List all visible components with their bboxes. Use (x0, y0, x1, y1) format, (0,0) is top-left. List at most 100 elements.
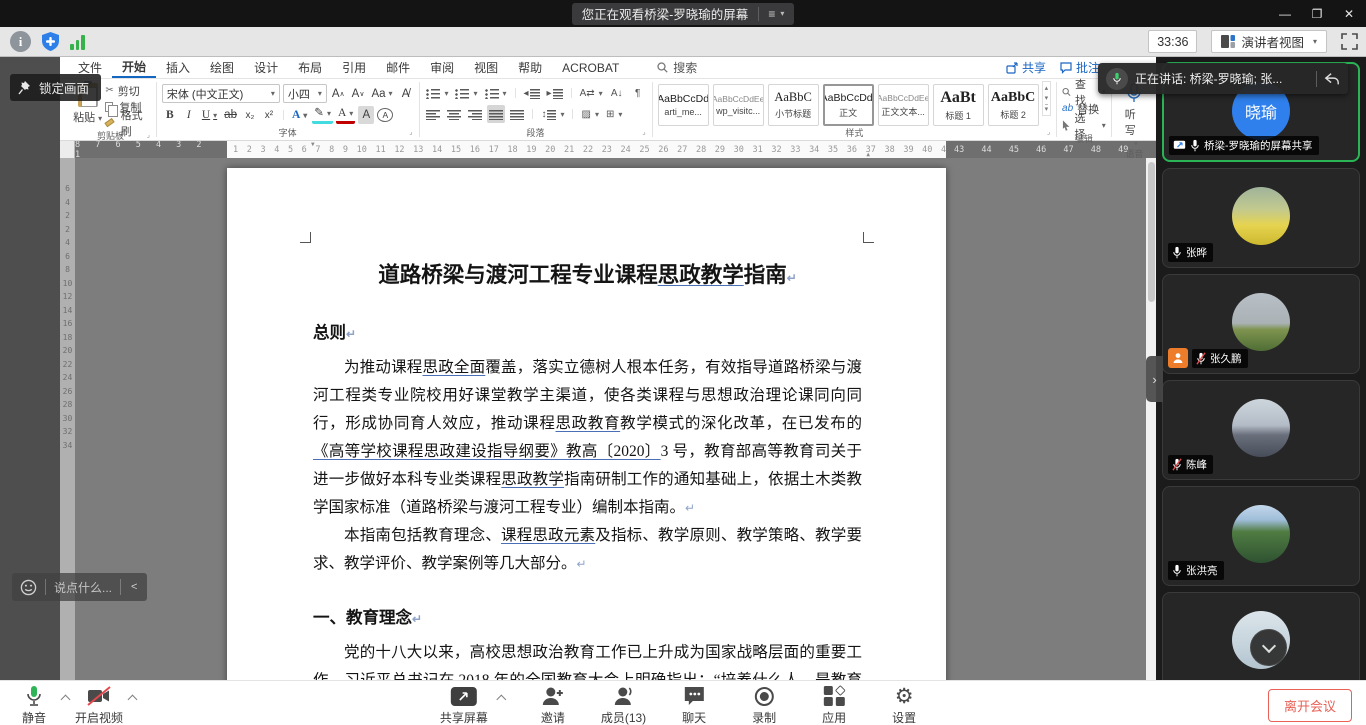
ribbon-tab[interactable]: 设计 (244, 57, 288, 78)
quick-chat-bar[interactable]: 说点什么... < (12, 573, 147, 601)
superscript-button[interactable]: x² (261, 106, 277, 124)
comments-button[interactable]: 批注 (1060, 59, 1100, 76)
minimize-button[interactable]: — (1274, 7, 1296, 21)
start-video-button[interactable]: 开启视频 (75, 684, 123, 725)
style-chip[interactable]: AaBbCcDdarti_me... (658, 84, 709, 126)
select-button[interactable]: 选择▾ (1062, 118, 1106, 133)
settings-button[interactable]: ⚙ 设置 (882, 684, 926, 725)
close-button[interactable]: ✕ (1338, 7, 1360, 21)
mute-button[interactable]: 静音 (12, 684, 56, 725)
sort-button[interactable]: A↓ (608, 84, 626, 102)
participant-tile[interactable]: 张晔 (1162, 168, 1360, 268)
apps-button[interactable]: 应用 (812, 684, 856, 725)
font-name-select[interactable]: 宋体 (中文正文)▾ (162, 84, 280, 103)
fullscreen-icon[interactable] (1341, 33, 1358, 50)
styles-scroll-arrows[interactable]: ▴▾▾ (1042, 81, 1052, 116)
line-spacing-button[interactable]: ↕▾ (539, 105, 566, 123)
underline-button[interactable]: U▾ (200, 106, 219, 124)
italic-button[interactable]: I (181, 106, 197, 124)
leave-meeting-button[interactable]: 离开会议 (1268, 689, 1352, 722)
share-document-button[interactable]: 共享 (1006, 59, 1046, 76)
dialog-launcher-icon[interactable]: ⌟ (147, 129, 150, 142)
scrollbar-thumb[interactable] (1148, 162, 1155, 302)
grow-font-button[interactable]: A∧ (330, 85, 347, 103)
reply-arrow-icon[interactable] (1324, 72, 1340, 86)
network-signal-icon[interactable] (70, 34, 85, 50)
enclose-characters-button[interactable]: A (377, 108, 393, 122)
align-center-button[interactable] (445, 105, 463, 123)
ribbon-tab[interactable]: 布局 (288, 57, 332, 78)
style-chip[interactable]: AaBt标题 1 (933, 84, 984, 126)
ribbon-tab[interactable]: 插入 (156, 57, 200, 78)
banner-menu-icon[interactable]: ≡▾ (758, 7, 784, 21)
chat-button[interactable]: 聊天 (672, 684, 716, 725)
ribbon-tab[interactable]: 开始 (112, 57, 156, 78)
ribbon-tab[interactable]: 绘图 (200, 57, 244, 78)
style-chip[interactable]: AaBbC小节标题 (768, 84, 819, 126)
watching-banner[interactable]: 您正在观看桥梁-罗晓瑜的屏幕 ≡▾ (572, 3, 795, 25)
mic-options-chevron[interactable] (61, 695, 71, 705)
align-left-button[interactable] (424, 105, 442, 123)
bullet-list-button[interactable]: ▾ (424, 84, 450, 102)
font-color-button[interactable]: A▾ (336, 106, 355, 124)
multilevel-list-button[interactable]: ▾ (483, 84, 509, 102)
strikethrough-button[interactable]: ab (222, 106, 239, 124)
dialog-launcher-icon[interactable]: ⌟ (409, 126, 412, 139)
align-right-button[interactable] (466, 105, 484, 123)
cut-button[interactable]: ✂剪切 (105, 83, 151, 98)
text-effects-button[interactable]: A▾ (290, 106, 309, 124)
share-screen-button[interactable]: 共享屏幕 (440, 684, 488, 725)
sidebar-collapse-button[interactable]: › (1146, 356, 1163, 402)
lock-view-button[interactable]: 锁定画面 (10, 74, 101, 101)
search-box[interactable]: 搜索 (657, 57, 697, 78)
participant-tile[interactable]: 张洪亮 (1162, 486, 1360, 586)
collapse-chat-icon[interactable]: < (129, 581, 139, 593)
share-options-chevron[interactable] (496, 695, 506, 705)
chat-input-placeholder[interactable]: 说点什么... (54, 579, 112, 596)
clear-formatting-button[interactable]: A̸ (398, 85, 414, 103)
word-scrollbar[interactable] (1146, 158, 1156, 680)
horizontal-ruler[interactable]: 8 7 6 5 4 3 2 1 ▼ 1 2 3 4 5 6 7 8 9 10 1… (60, 141, 1156, 158)
participant-tile[interactable]: 张久鹏 (1162, 274, 1360, 374)
style-chip[interactable]: AaBbCcDdEewp_visitc... (713, 84, 764, 126)
borders-button[interactable]: ⊞▾ (604, 105, 624, 123)
distribute-button[interactable] (508, 105, 526, 123)
dialog-launcher-icon[interactable]: ⌟ (642, 126, 645, 139)
ribbon-tab[interactable]: 审阅 (420, 57, 464, 78)
ribbon-tab[interactable]: 引用 (332, 57, 376, 78)
ribbon-tab[interactable]: 视图 (464, 57, 508, 78)
scroll-participants-button[interactable] (1250, 629, 1287, 666)
style-chip[interactable]: AaBbCcDdI正文 (823, 84, 874, 126)
emoji-icon[interactable] (20, 579, 37, 596)
view-mode-button[interactable]: 演讲者视图 ▾ (1211, 30, 1327, 53)
document-page[interactable]: 道路桥梁与渡河工程专业课程思政教学指南↵总则↵为推动课程思政全面覆盖，落实立德树… (227, 168, 946, 680)
increase-indent-button[interactable]: ▸ (545, 84, 565, 102)
character-shading-button[interactable]: A (358, 106, 374, 124)
maximize-button[interactable]: ❐ (1306, 7, 1328, 21)
meeting-info-icon[interactable]: i (10, 31, 31, 52)
style-chip[interactable]: AaBbCcDdEe正文文本... (878, 84, 929, 126)
ribbon-tab[interactable]: 邮件 (376, 57, 420, 78)
numbered-list-button[interactable]: ▾ (453, 84, 479, 102)
shrink-font-button[interactable]: A∨ (350, 85, 367, 103)
format-painter-button[interactable]: 格式刷 (105, 115, 151, 130)
record-button[interactable]: 录制 (742, 684, 786, 725)
justify-button[interactable] (487, 105, 505, 123)
participant-tile[interactable]: 陈峰 (1162, 380, 1360, 480)
change-case-button[interactable]: Aa▾ (369, 85, 394, 103)
invite-button[interactable]: 邀请 (531, 684, 575, 725)
decrease-indent-button[interactable]: ◂ (522, 84, 542, 102)
style-chip[interactable]: AaBbC标题 2 (988, 84, 1039, 126)
dialog-launcher-icon[interactable]: ⌟ (1047, 126, 1050, 139)
shield-icon[interactable] (40, 31, 61, 52)
indent-marker[interactable]: ▲ (866, 151, 870, 158)
asian-layout-button[interactable]: A⇄▾ (578, 84, 605, 102)
shading-button[interactable]: ▨▾ (579, 105, 600, 123)
highlight-color-button[interactable]: ✎▾ (312, 106, 333, 124)
ribbon-tab[interactable]: ACROBAT (552, 57, 629, 78)
bold-button[interactable]: B (162, 106, 178, 124)
font-size-select[interactable]: 小四▾ (283, 84, 327, 103)
indent-marker[interactable]: ▼ (311, 141, 315, 148)
members-button[interactable]: 成员(13) (601, 684, 646, 725)
ribbon-tab[interactable]: 帮助 (508, 57, 552, 78)
